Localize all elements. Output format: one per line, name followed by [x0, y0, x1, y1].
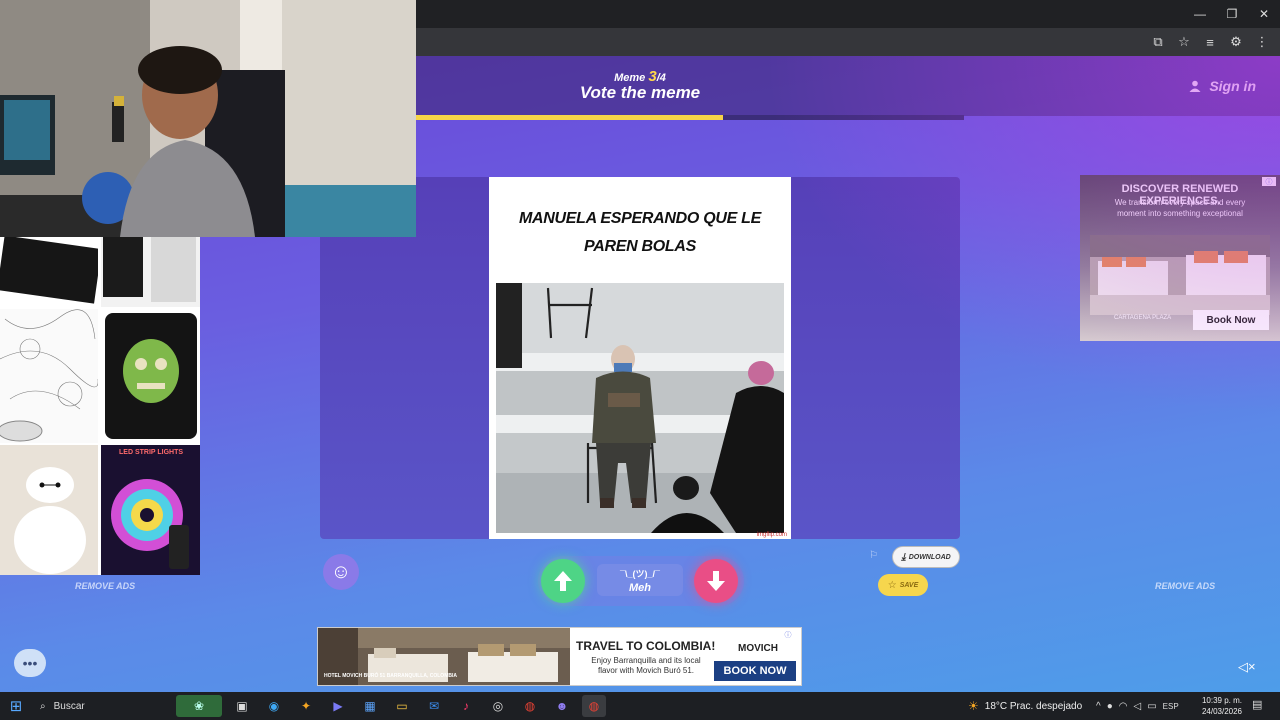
widgets-icon[interactable]: ❀ — [176, 695, 222, 717]
meme-card[interactable]: MANUELA ESPERANDO QUE LE PAREN BOLAS img… — [489, 177, 791, 539]
chrome-active-icon[interactable]: ◍ — [582, 695, 606, 717]
chrome-icon[interactable]: ◍ — [518, 695, 542, 717]
meme-image — [496, 283, 784, 533]
download-label: DOWNLOAD — [908, 553, 951, 561]
install-app-icon[interactable]: ⧉ — [1148, 32, 1168, 52]
weather-text: 18°C Prac. despejado — [984, 700, 1083, 712]
arrow-up-icon — [554, 571, 572, 591]
store-icon[interactable]: ▦ — [358, 695, 382, 717]
product-baymax-lamp[interactable] — [0, 445, 98, 575]
ad-book-now-button[interactable]: BOOK NOW — [714, 661, 796, 681]
meme-watermark: imgflip.com — [756, 532, 787, 538]
book-now-button[interactable]: Book Now — [1193, 310, 1269, 330]
media-player-icon[interactable]: ▶ — [326, 695, 350, 717]
hotel-ad-right[interactable]: ⓘ DISCOVER RENEWED EXPERIENCES. We trans… — [1080, 175, 1280, 341]
volume-icon[interactable]: ◁ — [1133, 701, 1141, 712]
ad-bottom-title: TRAVEL TO COLOMBIA! — [576, 639, 716, 653]
downvote-button[interactable] — [694, 559, 738, 603]
reading-list-icon[interactable]: ≡ — [1200, 32, 1220, 52]
more-menu-icon[interactable]: ⋮ — [1252, 32, 1272, 52]
taskbar-search-placeholder: Buscar — [53, 700, 85, 712]
taskbar-search[interactable]: ⌕ Buscar — [36, 695, 166, 717]
edge-icon[interactable]: ◉ — [262, 695, 286, 717]
wifi-icon[interactable]: ◠ — [1119, 701, 1128, 712]
ad-right-subtitle: We transform every space and every momen… — [1114, 198, 1246, 218]
product-rick-bag[interactable] — [101, 309, 200, 443]
report-flag-icon[interactable]: ⚐ — [869, 550, 879, 562]
product-ads-panel[interactable]: LED STRIP LIGHTS — [0, 237, 200, 575]
product-cabinet[interactable] — [101, 237, 200, 307]
obs-icon[interactable]: ◎ — [486, 695, 510, 717]
meh-button[interactable]: ¯\_(ツ)_/¯ Meh — [597, 564, 683, 596]
webcam-feed — [0, 0, 416, 237]
led-strip-label: LED STRIP LIGHTS — [119, 449, 184, 456]
task-view-icon[interactable]: ▣ — [230, 695, 254, 717]
ad-bottom-info-icon[interactable]: ⓘ — [781, 630, 795, 639]
ad-right-brand: CARTAGENA PLAZA — [1114, 315, 1172, 321]
windows-start-icon[interactable]: ⊞ — [8, 698, 24, 715]
smiley-face-icon: ☺ — [330, 560, 352, 583]
product-mat[interactable] — [0, 237, 98, 307]
meme-progress-bar — [416, 115, 964, 120]
taskbar-apps: ❀ ▣ ◉ ✦ ▶ ▦ ▭ ✉ ♪ ◎ ◍ ☻ ◍ — [176, 692, 606, 720]
product-coloring-roll[interactable] — [0, 309, 98, 443]
ad-bottom-subtitle: Enjoy Barranquilla and its local flavor … — [591, 656, 701, 675]
notifications-icon[interactable]: ▤ — [1252, 698, 1268, 714]
download-button[interactable]: ⤓ DOWNLOAD — [892, 546, 960, 568]
clock-date: 24/03/2026 — [1201, 707, 1243, 716]
meh-label: Meh — [629, 582, 651, 594]
close-icon[interactable]: ✕ — [1248, 0, 1280, 28]
arrow-down-icon — [707, 571, 725, 591]
sign-in-button[interactable]: Sign in — [1189, 78, 1256, 94]
hotel-room-image — [1090, 235, 1270, 315]
mute-icon[interactable]: ◁× — [1238, 659, 1256, 675]
ad-bottom-image-tag: HOTEL MOVICH BURÓ 51 BARRANQUILLA, COLOM… — [324, 673, 457, 679]
battery-icon[interactable]: ▭ — [1147, 701, 1156, 712]
user-icon — [1189, 80, 1201, 92]
taskbar-clock[interactable]: 10:39 p. m. 24/03/2026 — [1198, 695, 1246, 717]
shrug-face: ¯\_(ツ)_/¯ — [620, 569, 660, 579]
webcam-overlay — [0, 0, 416, 237]
search-icon: ⌕ — [40, 700, 46, 712]
meme-caption: MANUELA ESPERANDO QUE LE PAREN BOLAS — [518, 210, 761, 255]
mail-icon[interactable]: ✉ — [422, 695, 446, 717]
remove-ads-right-link[interactable]: REMOVE ADS — [1155, 581, 1215, 591]
tiktok-icon[interactable]: ♪ — [454, 695, 478, 717]
chat-icon[interactable]: ••• — [14, 649, 46, 677]
ad-bottom-brand: MOVICH — [738, 643, 778, 654]
save-button[interactable]: ☆ SAVE — [878, 574, 928, 596]
microphone-icon[interactable]: ● — [1107, 701, 1113, 712]
remove-ads-left-link[interactable]: REMOVE ADS — [75, 581, 135, 591]
reaction-emoji-button[interactable]: ☺ — [323, 554, 359, 590]
product-led-strip[interactable]: LED STRIP LIGHTS — [101, 445, 200, 575]
star-icon: ☆ — [887, 579, 897, 591]
meme-progress-fill — [416, 115, 723, 120]
hotel-ad-bottom[interactable]: HOTEL MOVICH BURÓ 51 BARRANQUILLA, COLOM… — [317, 627, 802, 686]
taskbar-weather[interactable]: ☀ 18°C Prac. despejado — [968, 692, 1082, 720]
tray-chevron-icon[interactable]: ^ — [1096, 701, 1101, 712]
extensions-icon[interactable]: ⚙ — [1226, 32, 1246, 52]
discord-icon[interactable]: ☻ — [550, 695, 574, 717]
language-indicator[interactable]: ESP — [1163, 702, 1179, 711]
windows-taskbar: ⊞ ⌕ Buscar ❀ ▣ ◉ ✦ ▶ ▦ ▭ ✉ ♪ ◎ ◍ ☻ ◍ ☀ 1… — [0, 692, 1280, 720]
restore-icon[interactable]: ❐ — [1216, 0, 1248, 28]
upvote-button[interactable] — [541, 559, 585, 603]
system-tray: ^ ● ◠ ◁ ▭ ESP — [1096, 692, 1179, 720]
sign-in-label: Sign in — [1209, 78, 1256, 94]
minimize-icon[interactable]: — — [1184, 0, 1216, 28]
bookmark-star-icon[interactable]: ☆ — [1174, 32, 1194, 52]
copilot-icon[interactable]: ✦ — [294, 695, 318, 717]
file-explorer-icon[interactable]: ▭ — [390, 695, 414, 717]
weather-icon: ☀ — [968, 699, 979, 713]
download-icon: ⤓ — [901, 551, 906, 563]
save-label: SAVE — [899, 581, 919, 589]
clock-time: 10:39 p. m. — [1201, 696, 1243, 705]
